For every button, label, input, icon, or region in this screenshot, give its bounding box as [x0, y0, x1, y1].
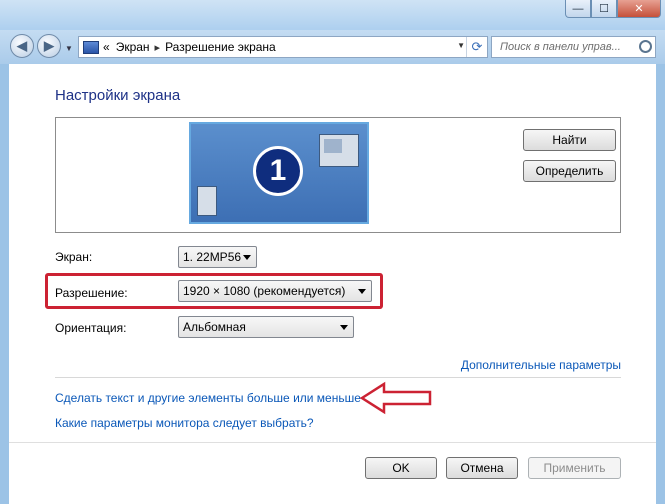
maximize-icon: ☐: [599, 3, 609, 15]
minimize-icon: —: [572, 2, 584, 15]
resolution-select-value: 1920 × 1080 (рекомендуется): [183, 284, 346, 298]
breadcrumb-item-screen[interactable]: Экран: [116, 40, 150, 54]
maximize-button[interactable]: ☐: [591, 0, 617, 18]
monitor-number: 1: [253, 146, 303, 196]
back-arrow-icon: ◀: [17, 38, 27, 53]
detect-button[interactable]: Найти: [523, 129, 616, 151]
monitor-preview[interactable]: 1: [189, 122, 369, 224]
close-icon: ✕: [634, 3, 644, 15]
search-placeholder: Поиск в панели управ...: [500, 41, 621, 53]
display-label: Экран:: [55, 250, 93, 264]
forward-button[interactable]: ▶: [37, 34, 61, 58]
advanced-settings-link[interactable]: Дополнительные параметры: [461, 358, 621, 372]
search-input[interactable]: Поиск в панели управ...: [491, 36, 656, 58]
address-dropdown-icon[interactable]: ▼: [457, 41, 465, 50]
breadcrumb-separator[interactable]: ▸: [155, 41, 161, 54]
back-button[interactable]: ◀: [10, 34, 34, 58]
ok-button[interactable]: OK: [365, 457, 437, 479]
window-thumbnail-icon: [319, 134, 359, 167]
orientation-select[interactable]: Альбомная: [178, 316, 354, 338]
desktop-thumbnail-icon: [197, 186, 217, 216]
control-panel-icon: [83, 40, 99, 54]
text-size-link[interactable]: Сделать текст и другие элементы больше и…: [55, 391, 361, 405]
title-bar: — ☐ ✕: [0, 0, 665, 34]
chevron-down-icon: [358, 289, 366, 294]
cancel-button[interactable]: Отмена: [446, 457, 518, 479]
identify-button[interactable]: Определить: [523, 160, 616, 182]
resolution-select[interactable]: 1920 × 1080 (рекомендуется): [178, 280, 372, 302]
display-select[interactable]: 1. 22MP56: [178, 246, 257, 268]
screen-resolution-window: — ☐ ✕ ◀ ▶ ▼ « Экран ▸ Разрешение экрана …: [0, 0, 665, 504]
orientation-select-value: Альбомная: [183, 320, 246, 334]
minimize-button[interactable]: —: [565, 0, 591, 18]
apply-button[interactable]: Применить: [528, 457, 621, 479]
resolution-label: Разрешение:: [55, 286, 128, 300]
refresh-icon: ⟳: [471, 39, 483, 54]
forward-arrow-icon: ▶: [44, 38, 54, 53]
refresh-button[interactable]: ⟳: [466, 37, 487, 57]
chevron-down-icon: [340, 325, 348, 330]
pointer-arrow-annotation-icon: [360, 381, 432, 415]
footer-divider: [9, 442, 656, 443]
main-content: Настройки экрана 1 Найти Определить Экра…: [9, 64, 656, 504]
breadcrumb-item-resolution[interactable]: Разрешение экрана: [165, 40, 276, 54]
monitor-help-link[interactable]: Какие параметры монитора следует выбрать…: [55, 416, 314, 430]
chevron-down-icon: [243, 255, 251, 260]
close-button[interactable]: ✕: [617, 0, 661, 18]
divider: [55, 377, 621, 378]
breadcrumb-overflow[interactable]: «: [103, 40, 110, 54]
display-select-value: 1. 22MP56: [183, 250, 242, 264]
address-bar[interactable]: « Экран ▸ Разрешение экрана ▼ ⟳: [78, 36, 488, 58]
page-title: Настройки экрана: [55, 87, 181, 104]
orientation-label: Ориентация:: [55, 321, 127, 335]
display-preview-area: 1 Найти Определить: [55, 117, 621, 233]
search-icon[interactable]: [639, 40, 652, 53]
recent-pages-dropdown[interactable]: ▼: [65, 44, 73, 53]
navigation-bar: ◀ ▶ ▼ « Экран ▸ Разрешение экрана ▼ ⟳ По…: [0, 30, 665, 64]
caption-buttons: — ☐ ✕: [565, 0, 661, 18]
